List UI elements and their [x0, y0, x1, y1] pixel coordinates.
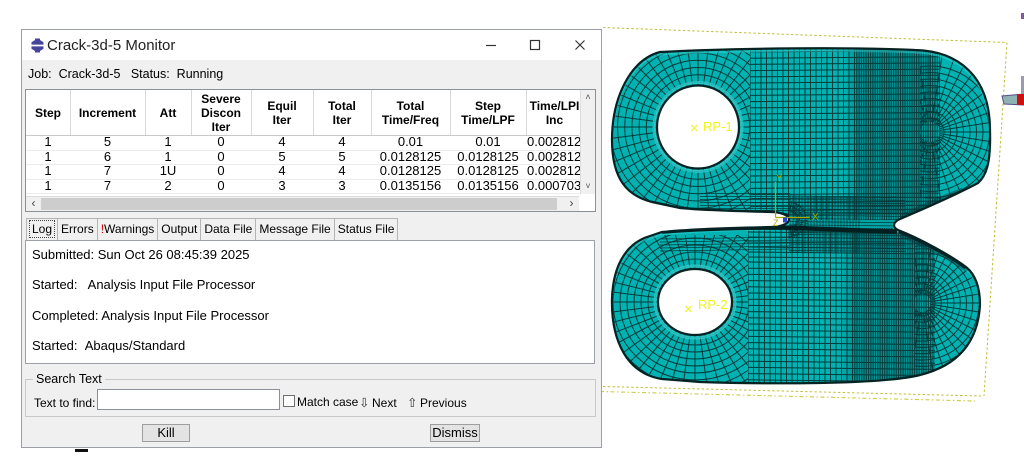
svg-text:×: ×	[684, 301, 693, 318]
svg-text:X: X	[812, 212, 819, 223]
svg-text:Z: Z	[773, 218, 779, 228]
svg-text:RP-1: RP-1	[703, 119, 733, 134]
svg-text:×: ×	[690, 120, 699, 137]
svg-text:Y: Y	[776, 173, 783, 184]
svg-text:RP-2: RP-2	[698, 297, 728, 312]
